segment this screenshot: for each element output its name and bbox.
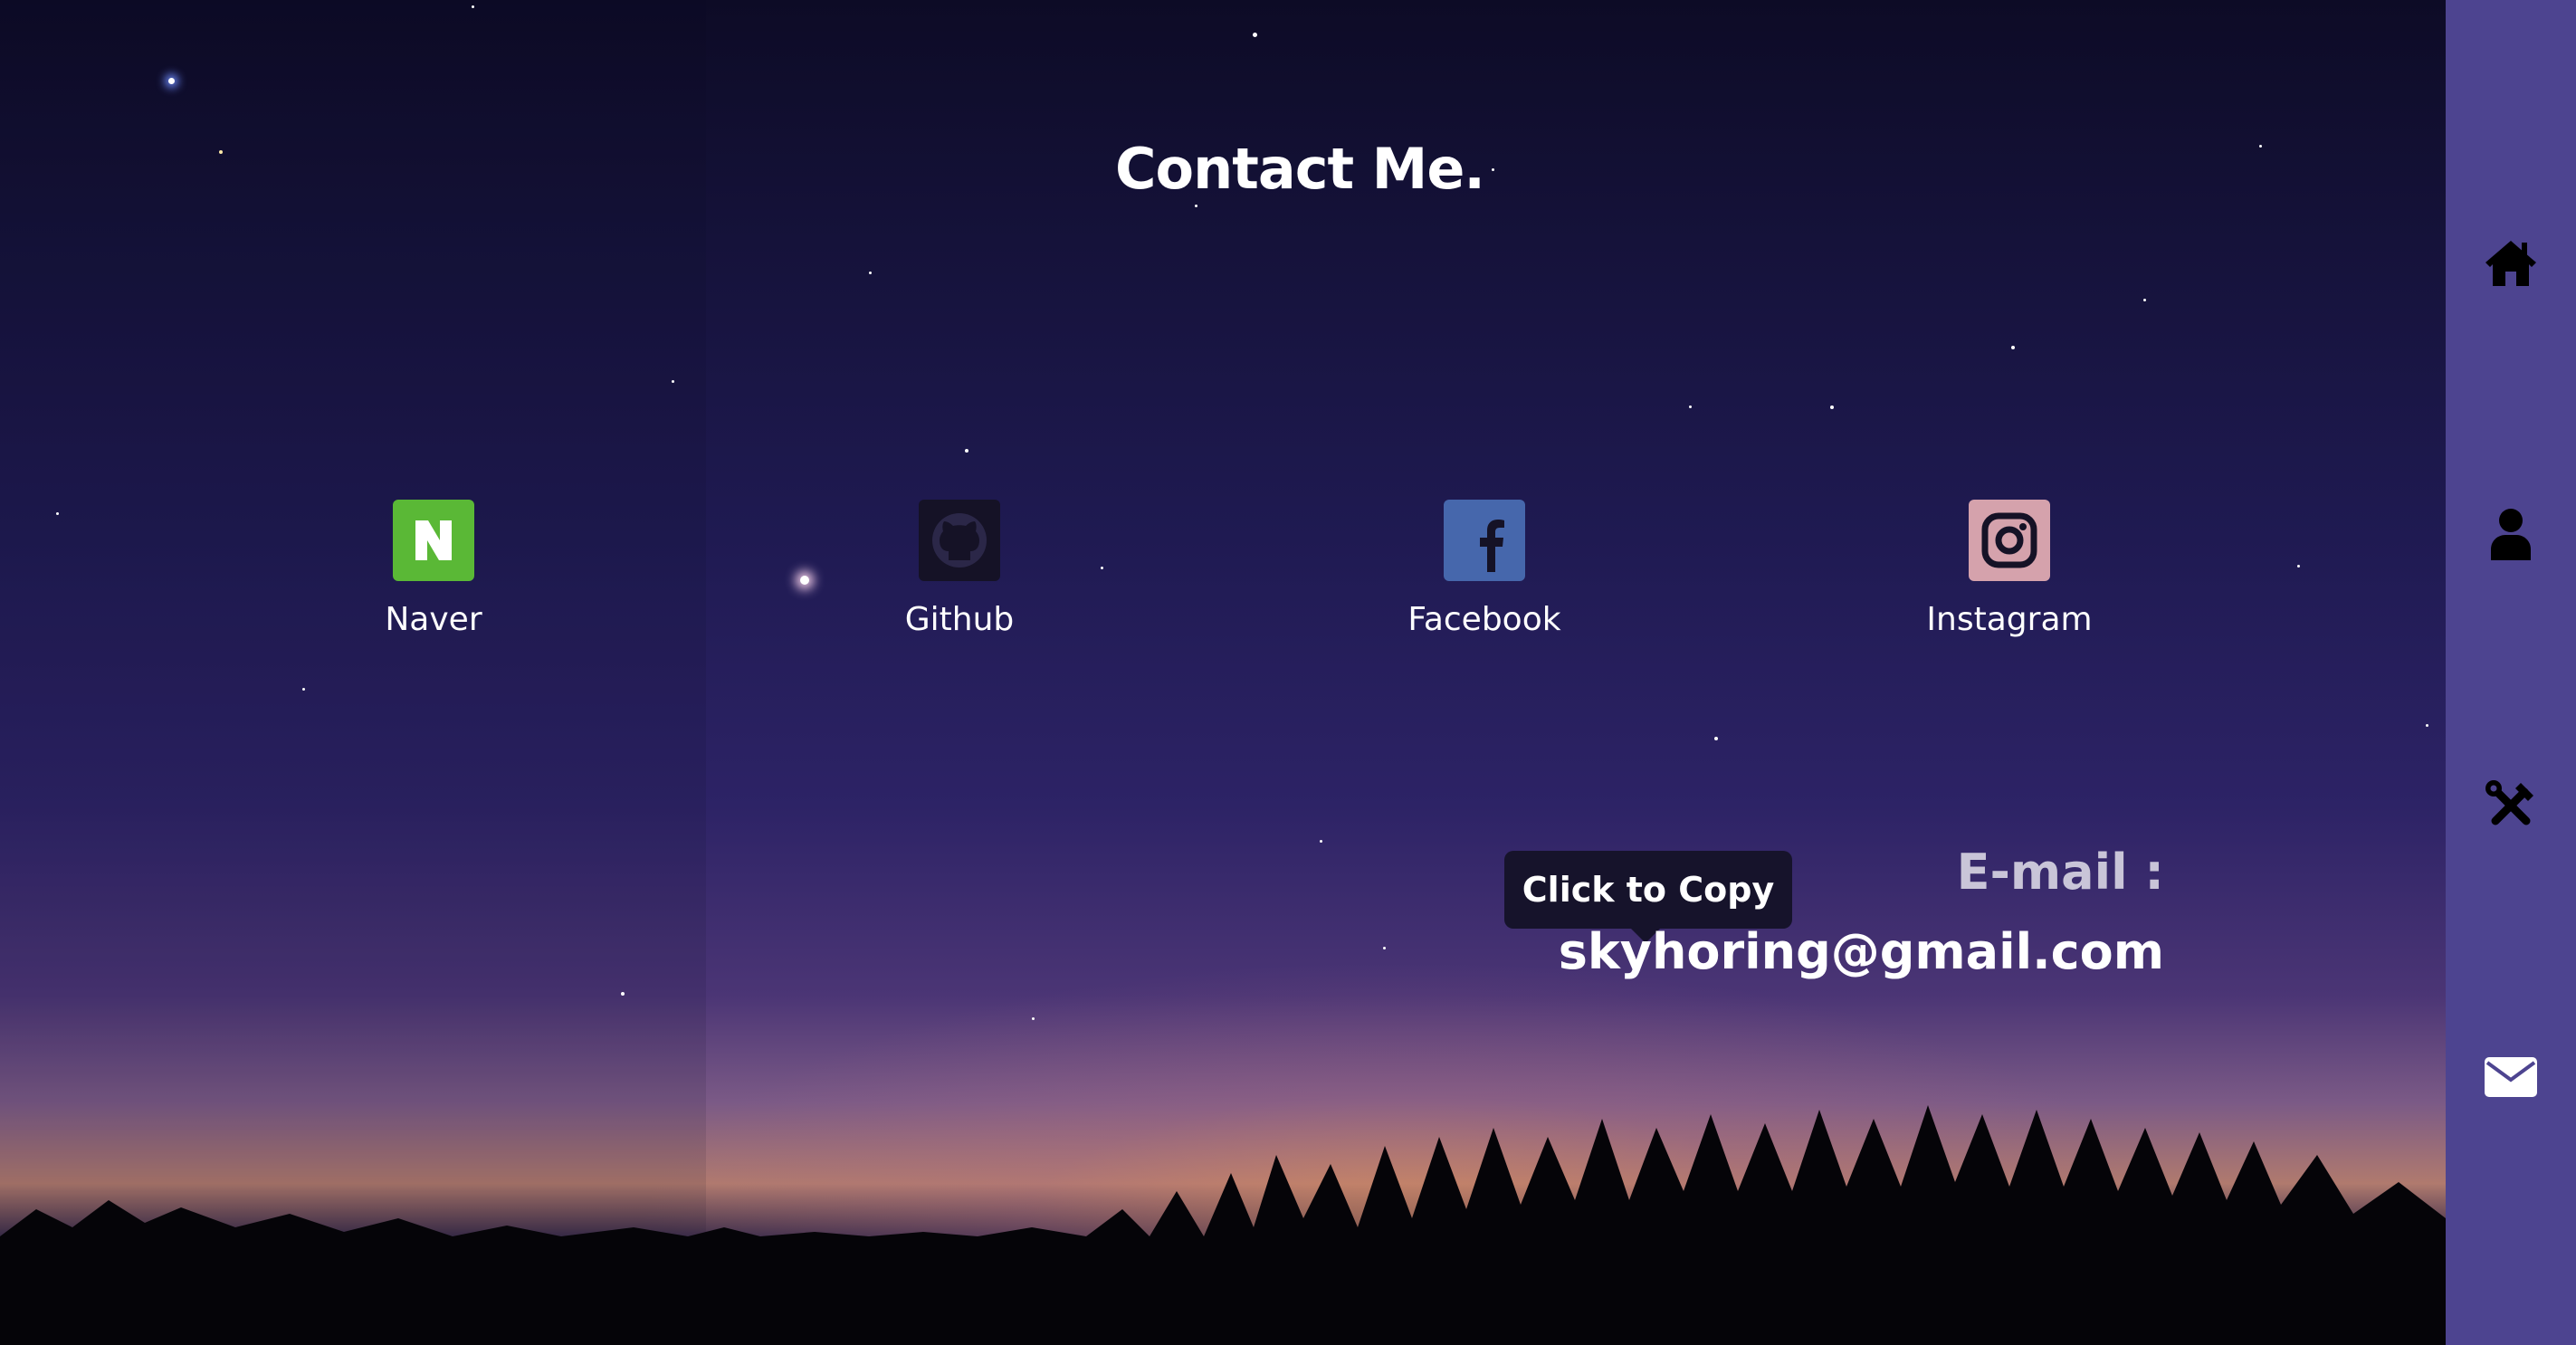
star <box>168 78 175 84</box>
star <box>1032 1017 1035 1020</box>
user-icon <box>2491 509 2531 560</box>
envelope-icon <box>2485 1057 2537 1097</box>
treeline-silhouette <box>0 1105 2446 1345</box>
star <box>56 512 59 515</box>
contact-link-instagram[interactable]: Instagram <box>1901 500 2118 638</box>
nav-skills-button[interactable] <box>2446 760 2576 851</box>
instagram-icon <box>1969 500 2050 581</box>
star <box>965 449 968 453</box>
page-title: Contact Me. <box>1115 136 1485 202</box>
star <box>2259 145 2262 148</box>
nav-contact-button[interactable] <box>2446 1032 2576 1122</box>
nav-profile-button[interactable] <box>2446 489 2576 579</box>
star <box>2297 565 2300 568</box>
email-label: E-mail : <box>1956 844 2164 901</box>
star <box>800 576 809 585</box>
star <box>1101 567 1103 569</box>
star <box>2011 346 2015 349</box>
star <box>2426 724 2428 727</box>
star <box>672 380 674 383</box>
star <box>1492 168 1494 171</box>
star <box>1830 405 1834 409</box>
contact-link-github[interactable]: Github <box>851 500 1068 638</box>
star <box>1383 947 1386 949</box>
contact-label-github: Github <box>904 601 1015 638</box>
star <box>1195 205 1197 207</box>
star <box>1689 405 1692 408</box>
home-icon <box>2485 241 2536 286</box>
star <box>621 992 625 996</box>
star <box>219 150 223 154</box>
nav-home-button[interactable] <box>2446 217 2576 308</box>
facebook-icon <box>1444 500 1525 581</box>
sidebar-nav <box>2446 0 2576 1345</box>
contact-label-instagram: Instagram <box>1926 601 2093 638</box>
email-address[interactable]: skyhoring@gmail.com <box>1559 923 2164 980</box>
star <box>1714 737 1718 740</box>
contact-link-naver[interactable]: Naver <box>325 500 542 638</box>
naver-icon <box>393 500 474 581</box>
contact-label-facebook: Facebook <box>1407 601 1561 638</box>
copy-tooltip: Click to Copy <box>1504 851 1792 943</box>
star <box>302 688 305 691</box>
tools-icon <box>2485 780 2533 825</box>
github-icon <box>919 500 1000 581</box>
contact-link-facebook[interactable]: Facebook <box>1376 500 1593 638</box>
contact-label-naver: Naver <box>385 601 482 638</box>
star <box>2143 299 2146 301</box>
star <box>472 5 474 8</box>
star <box>1253 33 1257 37</box>
star <box>869 272 872 274</box>
star <box>1320 840 1322 843</box>
